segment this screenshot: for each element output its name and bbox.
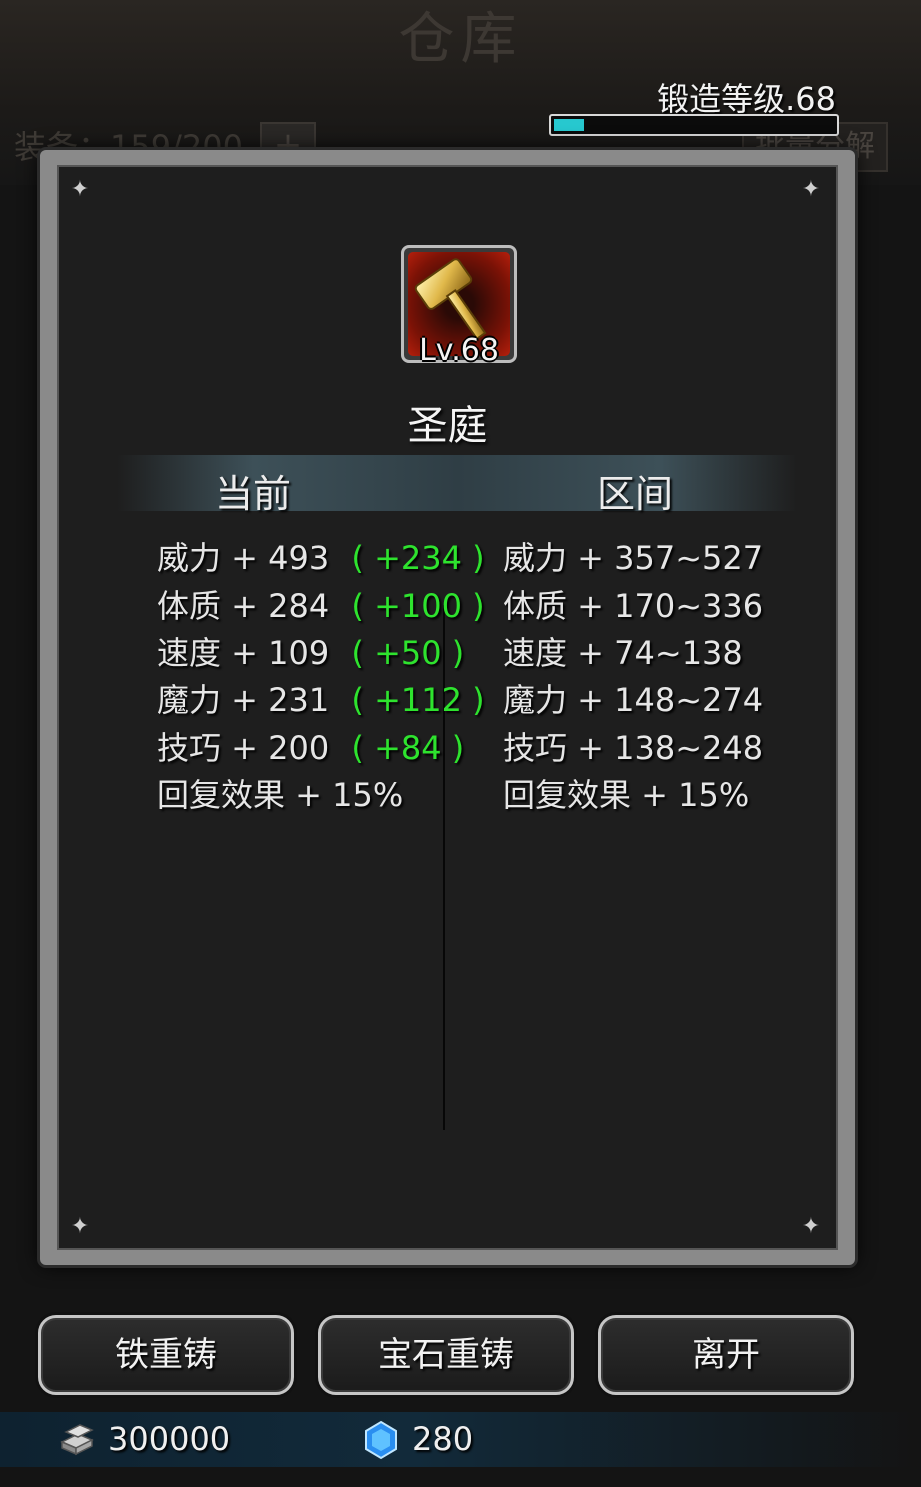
forge-progress-fill bbox=[554, 119, 584, 131]
item-name: 圣庭 bbox=[407, 403, 488, 449]
current-column-header: 当前 bbox=[215, 472, 292, 516]
stat-value: 速度 + 109 bbox=[157, 634, 330, 672]
iron-reforge-button[interactable]: 铁重铸 bbox=[38, 1315, 294, 1395]
stat-value: 回复效果 + 15% bbox=[157, 776, 404, 814]
range-stat-row: 魔力 + 148~274 bbox=[503, 681, 764, 719]
stat-bonus: ( +100 ) bbox=[351, 587, 485, 625]
stat-bonus: ( +112 ) bbox=[351, 681, 485, 719]
current-stat-row: 威力 + 493 ( +234 ) bbox=[157, 533, 485, 579]
stat-bonus: ( +50 ) bbox=[351, 634, 465, 672]
star-ornament-icon: ✦ bbox=[801, 1214, 821, 1239]
leave-button[interactable]: 离开 bbox=[598, 1315, 854, 1395]
current-stat-row: 魔力 + 231 ( +112 ) bbox=[157, 675, 485, 721]
current-stat-row: 回复效果 + 15% bbox=[157, 770, 403, 816]
gem-reforge-button[interactable]: 宝石重铸 bbox=[318, 1315, 574, 1395]
stat-value: 魔力 + 231 bbox=[157, 681, 330, 719]
item-level: Lv.68 bbox=[419, 333, 499, 368]
stat-bonus: ( +234 ) bbox=[351, 539, 485, 577]
forge-progress-bar bbox=[549, 114, 839, 136]
blue-gem-icon bbox=[365, 1420, 397, 1460]
range-stat-row: 技巧 + 138~248 bbox=[503, 729, 764, 767]
star-ornament-icon: ✦ bbox=[801, 177, 821, 202]
panel-content: ✦ ✦ ✦ ✦ Lv.68 圣庭 当前 区间 威力 + 493 (+234)… bbox=[57, 165, 838, 1250]
star-ornament-icon: ✦ bbox=[70, 1214, 90, 1239]
current-stat-row: 技巧 + 200 ( +84 ) bbox=[157, 723, 464, 769]
stat-bonus: ( +84 ) bbox=[351, 729, 465, 767]
current-stat-row: 速度 + 109 ( +50 ) bbox=[157, 628, 464, 674]
reforge-panel: ✦ ✦ ✦ ✦ Lv.68 圣庭 当前 区间 威力 + 493 (+234)… bbox=[40, 150, 855, 1265]
range-stat-row: 回复效果 + 15% bbox=[503, 776, 750, 814]
background-title: 仓库 bbox=[398, 7, 523, 72]
range-stat-row: 体质 + 170~336 bbox=[503, 587, 764, 625]
star-ornament-icon: ✦ bbox=[70, 177, 90, 202]
range-column-header: 区间 bbox=[597, 472, 674, 516]
item-slot[interactable]: Lv.68 bbox=[401, 245, 517, 368]
stat-value: 技巧 + 200 bbox=[157, 729, 330, 767]
gem-amount: 280 bbox=[412, 1420, 474, 1458]
stat-value: 威力 + 493 bbox=[157, 539, 330, 577]
iron-amount: 300000 bbox=[108, 1420, 231, 1458]
range-stat-row: 速度 + 74~138 bbox=[503, 634, 743, 672]
iron-ingot-icon bbox=[60, 1424, 94, 1456]
stat-value: 体质 + 284 bbox=[157, 587, 330, 625]
current-stat-row: 体质 + 284 ( +100 ) bbox=[157, 581, 485, 627]
range-stat-row: 威力 + 357~527 bbox=[503, 539, 764, 577]
